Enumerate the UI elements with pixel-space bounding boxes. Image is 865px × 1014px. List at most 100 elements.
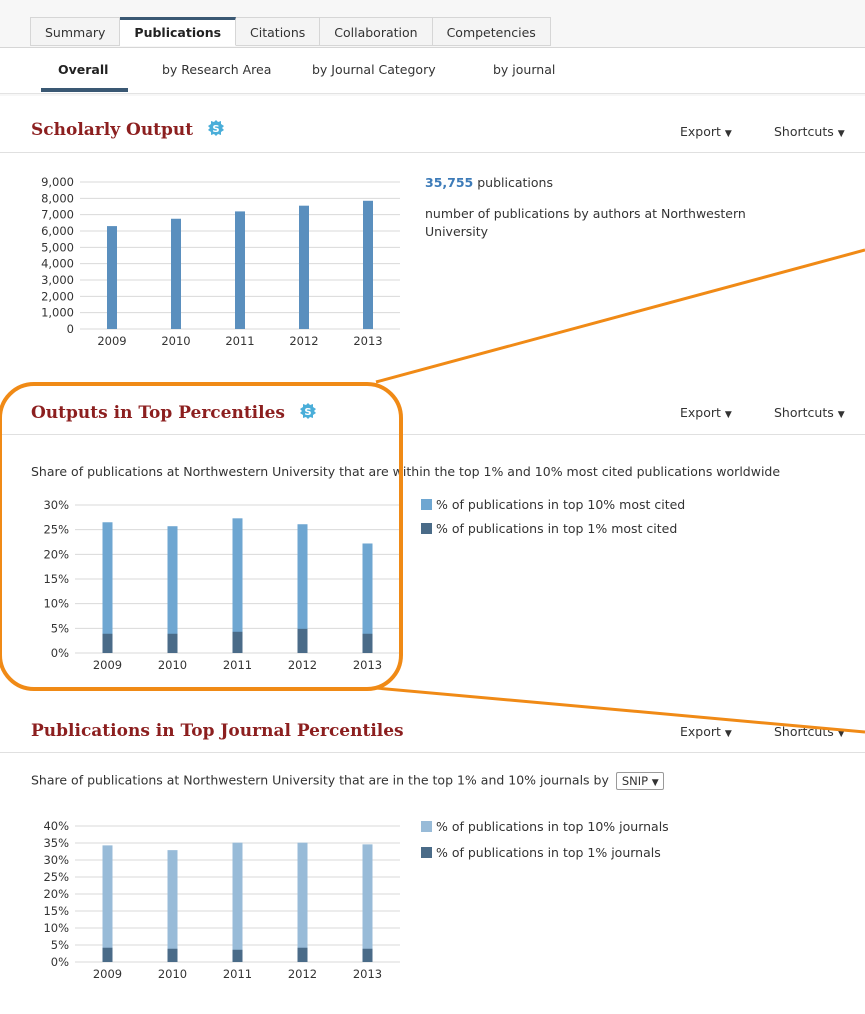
shortcuts-label: Shortcuts (774, 405, 834, 420)
y-tick-label: 30% (43, 853, 69, 867)
y-tick-label: 15% (43, 904, 69, 918)
x-tick-label: 2012 (289, 334, 318, 348)
shortcuts-label: Shortcuts (774, 724, 834, 739)
y-tick-label: 2,000 (41, 289, 74, 303)
y-tick-label: 9,000 (41, 175, 74, 189)
export-menu-1[interactable]: Export ▼ (680, 124, 732, 139)
scival-s-icon[interactable]: S (299, 402, 317, 425)
shortcuts-label: Shortcuts (774, 124, 834, 139)
legend-top1-cited: % of publications in top 1% most cited (421, 521, 677, 536)
bar (363, 200, 373, 329)
top-percentiles-title-text: Outputs in Top Percentiles (31, 403, 285, 423)
export-menu-2[interactable]: Export ▼ (680, 405, 732, 420)
shortcuts-menu-3[interactable]: Shortcuts ▼ (774, 724, 845, 739)
legend-label: % of publications in top 10% most cited (436, 497, 686, 512)
bar (297, 842, 308, 962)
y-tick-label: 5% (51, 621, 69, 635)
x-tick-label: 2009 (93, 967, 122, 981)
tab-citations[interactable]: Citations (236, 17, 321, 46)
y-tick-label: 35% (43, 836, 69, 850)
x-tick-label: 2011 (225, 334, 254, 348)
caret-down-icon: ▼ (837, 729, 845, 739)
journal-percentiles-description: Share of publications at Northwestern Un… (31, 772, 664, 790)
divider (0, 752, 865, 753)
shortcuts-menu-2[interactable]: Shortcuts ▼ (774, 405, 845, 420)
bar (297, 947, 308, 962)
sub-tabs: Overall by Research Area by Journal Cate… (0, 47, 865, 94)
scival-s-icon[interactable]: S (207, 119, 225, 142)
bar (232, 949, 243, 962)
y-tick-label: 40% (43, 819, 69, 833)
scholarly-output-chart: 0 1,000 2,000 3,000 4,000 5,000 6,000 7,000 8,00… (41, 175, 400, 348)
top-percentiles-description: Share of publications at Northwestern Un… (31, 464, 781, 479)
y-tick-label: 20% (43, 547, 69, 561)
subtab-by-research-area[interactable]: by Research Area (162, 62, 271, 77)
scholarly-output-title: Scholarly Output S (31, 119, 225, 142)
journal-percentiles-title: Publications in Top Journal Percentiles (31, 721, 404, 741)
tab-summary[interactable]: Summary (30, 17, 121, 46)
bar (299, 205, 309, 329)
y-tick-label: 8,000 (41, 191, 74, 205)
y-tick-label: 10% (43, 597, 69, 611)
y-tick-label: 3,000 (41, 273, 74, 287)
x-tick-label: 2013 (353, 967, 382, 981)
export-menu-3[interactable]: Export ▼ (680, 724, 732, 739)
caret-down-icon: ▼ (837, 129, 845, 139)
legend-swatch (421, 847, 432, 858)
x-tick-label: 2011 (223, 658, 252, 672)
tab-publications[interactable]: Publications (120, 17, 237, 46)
bar (102, 522, 113, 653)
callout-line-top (375, 248, 865, 384)
y-tick-label: 5,000 (41, 240, 74, 254)
x-tick-label: 2012 (288, 658, 317, 672)
x-tick-label: 2009 (97, 334, 126, 348)
bar (102, 845, 113, 962)
y-tick-label: 15% (43, 572, 69, 586)
y-tick-label: 6,000 (41, 224, 74, 238)
metric-select[interactable]: SNIP ▼ (615, 772, 664, 790)
bar (362, 844, 373, 962)
x-tick-label: 2009 (93, 658, 122, 672)
x-tick-label: 2012 (288, 967, 317, 981)
y-tick-label: 25% (43, 523, 69, 537)
subtab-by-journal-category[interactable]: by Journal Category (312, 62, 436, 77)
legend-top10-journals: % of publications in top 10% journals (421, 819, 669, 834)
tab-competencies[interactable]: Competencies (432, 17, 551, 46)
legend-label: % of publications in top 10% journals (436, 819, 669, 834)
export-label: Export (680, 124, 721, 139)
top-percentiles-title: Outputs in Top Percentiles S (31, 402, 317, 425)
x-tick-label: 2011 (223, 967, 252, 981)
y-tick-label: 20% (43, 887, 69, 901)
main-tabs: Summary Publications Citations Collabora… (30, 17, 551, 47)
shortcuts-menu-1[interactable]: Shortcuts ▼ (774, 124, 845, 139)
legend-label: % of publications in top 1% most cited (436, 521, 678, 536)
scholarly-output-description: number of publications by authors at Nor… (425, 206, 746, 239)
y-tick-label: 7,000 (41, 208, 74, 222)
y-tick-label: 5% (51, 938, 69, 952)
scholarly-output-count: 35,755 publications (425, 175, 553, 190)
caret-down-icon: ▼ (724, 129, 732, 139)
journal-percentiles-description-text: Share of publications at Northwestern Un… (31, 772, 609, 788)
publication-count-unit: publications (477, 175, 553, 190)
bar (171, 218, 181, 329)
legend-top10-cited: % of publications in top 10% most cited (421, 497, 685, 512)
metric-select-value: SNIP (621, 774, 649, 788)
subtab-by-journal[interactable]: by journal (493, 62, 555, 77)
x-tick-label: 2013 (353, 334, 382, 348)
tab-collaboration[interactable]: Collaboration (320, 17, 433, 46)
bar (107, 226, 117, 329)
top-percentiles-chart: 0% 5% 10% 15% 20% 25% 30% 2009 2010 2011 2012 2013 (43, 498, 400, 672)
svg-text:S: S (304, 407, 311, 418)
y-tick-label: 0% (51, 955, 69, 969)
bar (297, 628, 308, 653)
bar (362, 633, 373, 653)
y-tick-label: 0% (51, 646, 69, 660)
export-label: Export (680, 405, 721, 420)
subtab-overall[interactable]: Overall (58, 62, 108, 77)
publication-count-value[interactable]: 35,755 (425, 175, 473, 190)
scholarly-output-title-text: Scholarly Output (31, 120, 194, 140)
svg-text:S: S (212, 124, 219, 135)
y-tick-label: 4,000 (41, 257, 74, 271)
journal-percentiles-chart: 0% 5% 10% 15% 20% 25% 30% 35% 40% 2009 2010 2011 201… (43, 819, 400, 981)
bar (167, 948, 178, 962)
